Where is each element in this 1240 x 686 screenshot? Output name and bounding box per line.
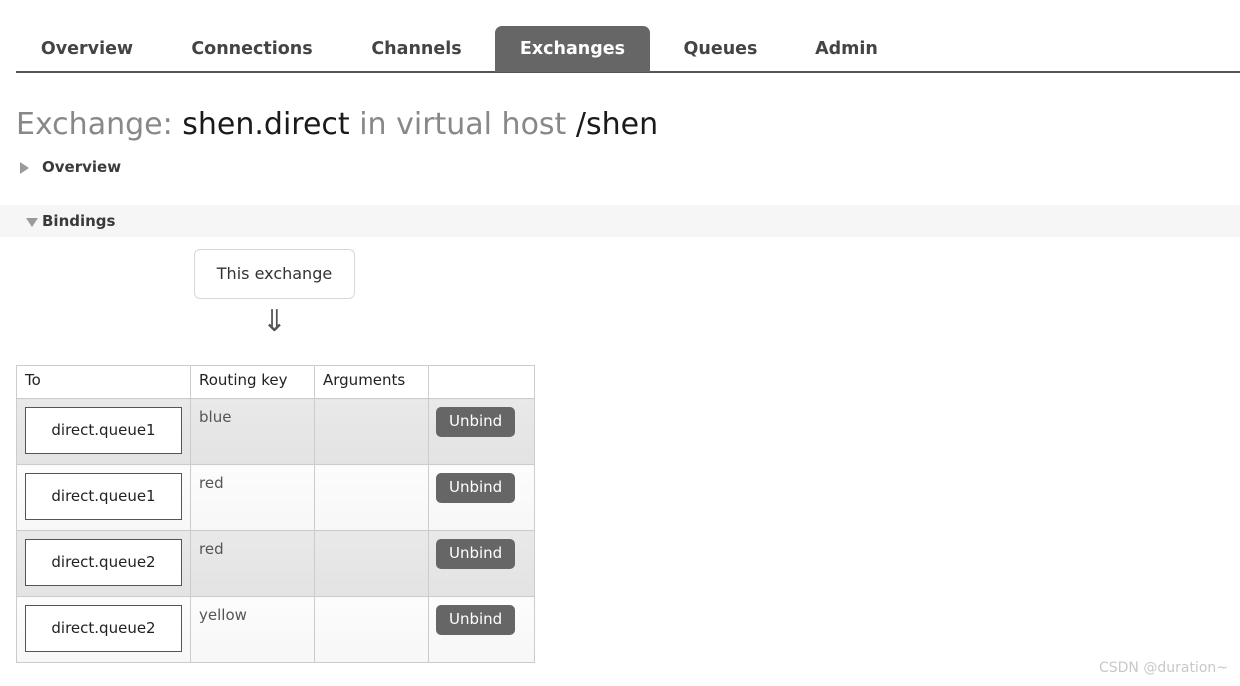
cell-action: Unbind	[428, 596, 535, 663]
nav-tab-exchanges[interactable]: Exchanges	[495, 26, 650, 72]
cell-to: direct.queue1	[16, 464, 191, 531]
nav-tab-overview[interactable]: Overview	[39, 26, 135, 72]
queue-link[interactable]: direct.queue1	[25, 473, 182, 520]
section-label-overview: Overview	[42, 158, 122, 176]
nav-tab-list: Overview Connections Channels Exchanges Queu…	[0, 0, 1240, 72]
cell-to: direct.queue2	[16, 530, 191, 597]
cell-arguments	[314, 464, 429, 531]
column-header-routing-key[interactable]: Routing key	[190, 365, 315, 399]
table-header-row: To Routing key Arguments	[16, 365, 535, 399]
cell-arguments	[314, 398, 429, 465]
cell-to: direct.queue2	[16, 596, 191, 663]
table-row: direct.queue1 red Unbind	[16, 464, 535, 531]
page-title-middle: in virtual host	[359, 107, 567, 142]
section-toggle-bindings[interactable]: Bindings	[0, 205, 1240, 237]
bindings-table-head: To Routing key Arguments	[16, 365, 535, 399]
page-title: Exchange: shen.direct in virtual host /s…	[16, 103, 658, 147]
section-label-bindings: Bindings	[42, 212, 116, 230]
cell-action: Unbind	[428, 464, 535, 531]
cell-arguments	[314, 596, 429, 663]
bindings-table-body: direct.queue1 blue Unbind direct.queue1 red U…	[16, 398, 535, 663]
table-row: direct.queue2 yellow Unbind	[16, 596, 535, 663]
queue-link[interactable]: direct.queue2	[25, 539, 182, 586]
cell-action: Unbind	[428, 530, 535, 597]
virtual-host-name: /shen	[575, 107, 659, 142]
queue-link[interactable]: direct.queue2	[25, 605, 182, 652]
cell-arguments	[314, 530, 429, 597]
cell-routing-key: red	[190, 530, 315, 597]
column-header-to[interactable]: To	[16, 365, 191, 399]
watermark: CSDN @duration~	[1098, 660, 1228, 676]
cell-to: direct.queue1	[16, 398, 191, 465]
cell-routing-key: yellow	[190, 596, 315, 663]
nav-tab-admin[interactable]: Admin	[814, 26, 879, 72]
nav-tab-queues[interactable]: Queues	[681, 26, 760, 72]
section-toggle-overview[interactable]: Overview	[16, 154, 121, 180]
unbind-button[interactable]: Unbind	[436, 539, 516, 569]
unbind-button[interactable]: Unbind	[436, 473, 516, 503]
cell-routing-key: blue	[190, 398, 315, 465]
bindings-table: To Routing key Arguments direct.queue1 bl…	[16, 365, 535, 663]
unbind-button[interactable]: Unbind	[436, 605, 516, 635]
page-title-prefix: Exchange:	[16, 107, 173, 142]
triangle-down-icon	[26, 218, 38, 227]
column-header-arguments[interactable]: Arguments	[314, 365, 429, 399]
table-row: direct.queue1 blue Unbind	[16, 398, 535, 465]
table-row: direct.queue2 red Unbind	[16, 530, 535, 597]
queue-link[interactable]: direct.queue1	[25, 407, 182, 454]
downward-arrow-icon: ⇓	[261, 304, 288, 339]
column-header-actions	[428, 365, 535, 399]
this-exchange-node[interactable]: This exchange	[194, 249, 355, 299]
nav-tab-connections[interactable]: Connections	[190, 26, 314, 72]
triangle-right-icon	[20, 162, 29, 174]
unbind-button[interactable]: Unbind	[436, 407, 516, 437]
cell-routing-key: red	[190, 464, 315, 531]
cell-action: Unbind	[428, 398, 535, 465]
nav-tab-channels[interactable]: Channels	[371, 26, 462, 72]
exchange-name: shen.direct	[182, 107, 350, 142]
main-navigation: Overview Connections Channels Exchanges Queu…	[0, 0, 1240, 73]
